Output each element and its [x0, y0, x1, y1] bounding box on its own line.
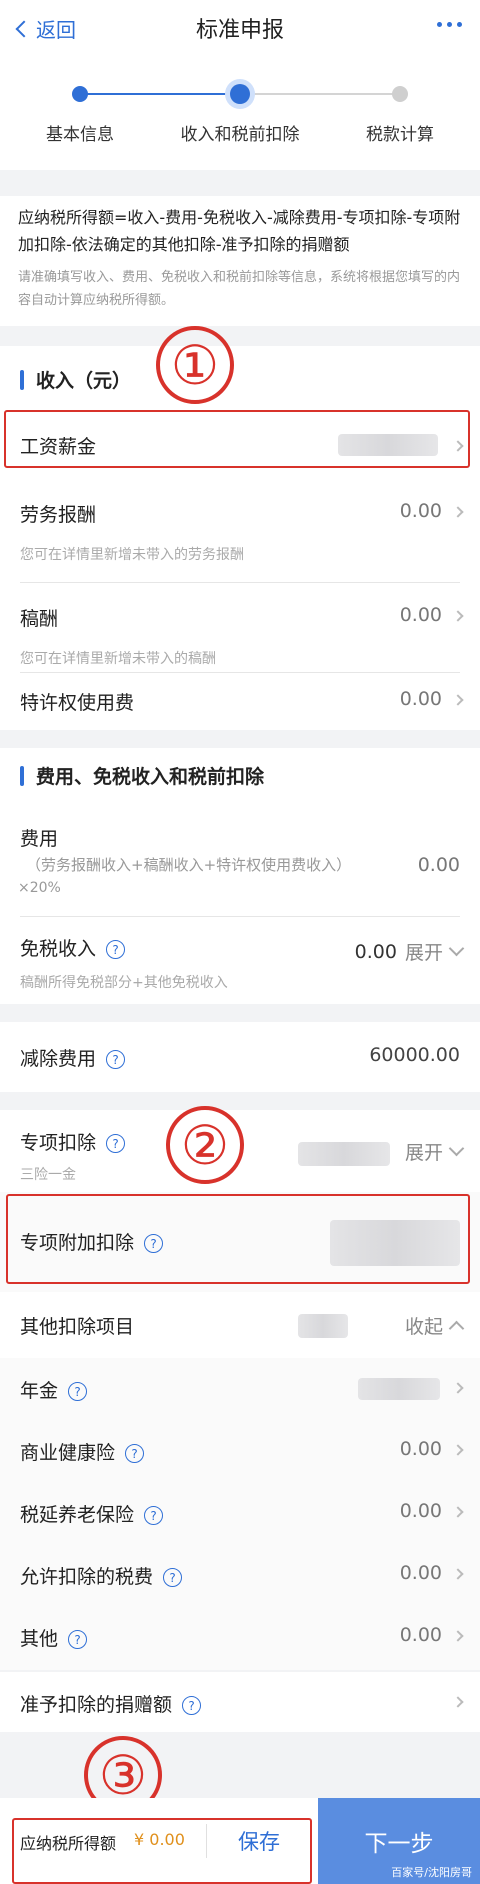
list-item-annuity[interactable]: 年金? — [0, 1358, 480, 1420]
next-step-label: 下一步 — [364, 1831, 434, 1857]
help-icon[interactable]: ? — [125, 1444, 145, 1463]
help-icon[interactable]: ? — [68, 1630, 88, 1649]
row-expense-value: 0.00 — [417, 854, 460, 876]
row-taxfree-hint: 稿酬所得免税部分+其他免税收入 — [20, 975, 228, 991]
help-icon[interactable]: ? — [68, 1382, 88, 1401]
step-line-todo — [240, 93, 400, 95]
chevron-right-icon — [452, 506, 464, 518]
row-reduction: 减除费用? 60000.00 — [0, 1022, 480, 1092]
row-taxfree[interactable]: 免税收入? 0.00 展开 稿酬所得免税部分+其他免税收入 — [0, 916, 480, 1004]
annotation-box-3 — [12, 1818, 312, 1884]
row-taxfree-label: 免税收入? — [20, 934, 126, 961]
nav-bar: 返回 标准申报 — [0, 0, 480, 54]
row-franchise[interactable]: 特许权使用费 0.00 — [0, 672, 480, 730]
help-icon[interactable]: ? — [144, 1506, 164, 1525]
formula-note: 请准确填写收入、费用、免税收入和税前扣除等信息，系统将根据您填写的内容自动计算应… — [18, 270, 461, 308]
chevron-right-icon — [452, 1696, 464, 1708]
row-labor[interactable]: 劳务报酬 0.00 您可在详情里新增未带入的劳务报酬 — [0, 478, 480, 582]
step-dot-3 — [392, 86, 408, 102]
redacted-value — [298, 1314, 348, 1338]
list-item-health[interactable]: 商业健康险? 0.00 — [0, 1420, 480, 1482]
list-item-taxes[interactable]: 允许扣除的税费? 0.00 — [0, 1544, 480, 1606]
row-donation[interactable]: 准予扣除的捐赠额? — [0, 1672, 480, 1732]
section-accent-bar — [20, 369, 24, 390]
redacted-value — [298, 1142, 390, 1166]
taxfree-expand-toggle[interactable]: 0.00 展开 — [354, 938, 465, 965]
row-special-hint: 三险一金 — [20, 1167, 76, 1183]
row-royalty-label: 稿酬 — [20, 608, 59, 630]
row-reduction-label: 减除费用? — [20, 1044, 126, 1071]
row-labor-value: 0.00 — [399, 500, 442, 522]
chevron-right-icon — [452, 1506, 464, 1518]
row-special-label: 专项扣除? — [20, 1128, 126, 1155]
chevron-right-icon — [452, 1630, 464, 1642]
row-donation-label: 准予扣除的捐赠额? — [20, 1690, 202, 1717]
chevron-up-icon — [448, 1320, 465, 1337]
help-icon[interactable]: ? — [182, 1696, 202, 1715]
row-royalty-hint: 您可在详情里新增未带入的稿酬 — [20, 651, 216, 667]
redacted-value — [358, 1378, 440, 1400]
row-expense: 费用 （劳务报酬收入+稿酬收入+特许权使用费收入） ×20% 0.00 — [0, 808, 480, 916]
help-icon[interactable]: ? — [106, 1050, 126, 1069]
row-other-deductions[interactable]: 其他扣除项目 收起 — [0, 1292, 480, 1358]
row-royalty-value: 0.00 — [399, 604, 442, 626]
income-section: 收入（元） 工资薪金 劳务报酬 0.00 您可在详情里新增未带入的劳务报酬 稿酬… — [0, 346, 480, 730]
help-icon[interactable]: ? — [106, 940, 126, 959]
progress-steps: 基本信息 收入和税前扣除 税款计算 — [0, 54, 480, 170]
row-expense-suffix: ×20% — [18, 880, 61, 896]
row-expense-label: 费用 — [20, 828, 59, 850]
annotation-box-2 — [6, 1194, 470, 1284]
special-expand-toggle[interactable]: 展开 — [405, 1138, 465, 1165]
row-labor-hint: 您可在详情里新增未带入的劳务报酬 — [20, 547, 244, 563]
other-collapse-toggle[interactable]: 收起 — [405, 1312, 465, 1339]
deductions-section: 费用、免税收入和税前扣除 费用 （劳务报酬收入+稿酬收入+特许权使用费收入） ×… — [0, 748, 480, 1004]
formula-text: 应纳税所得额=收入-费用-免税收入-减除费用-专项扣除-专项附加扣除-依法确定的… — [18, 208, 461, 254]
chevron-right-icon — [452, 610, 464, 622]
income-section-title: 收入（元） — [20, 366, 131, 393]
chevron-right-icon — [452, 1382, 464, 1394]
step-line-done — [80, 93, 240, 95]
row-other-label: 其他扣除项目 — [20, 1316, 135, 1338]
row-franchise-value: 0.00 — [399, 688, 442, 710]
formula-panel: 应纳税所得额=收入-费用-免税收入-减除费用-专项扣除-专项附加扣除-依法确定的… — [0, 196, 480, 326]
list-item-pension[interactable]: 税延养老保险? 0.00 — [0, 1482, 480, 1544]
step-dot-2-current — [230, 84, 250, 104]
step-dot-1 — [72, 86, 88, 102]
help-icon[interactable]: ? — [106, 1134, 126, 1153]
row-royalty[interactable]: 稿酬 0.00 您可在详情里新增未带入的稿酬 — [0, 582, 480, 682]
chevron-right-icon — [452, 694, 464, 706]
annotation-number-2: ② — [166, 1106, 244, 1184]
chevron-right-icon — [452, 1568, 464, 1580]
list-item-other[interactable]: 其他? 0.00 — [0, 1606, 480, 1670]
deductions-section-title: 费用、免税收入和税前扣除 — [20, 762, 264, 789]
chevron-down-icon — [448, 940, 465, 957]
chevron-right-icon — [452, 1444, 464, 1456]
section-accent-bar — [20, 765, 24, 786]
more-menu-icon[interactable] — [437, 22, 462, 27]
row-franchise-label: 特许权使用费 — [20, 692, 135, 714]
row-expense-formula: （劳务报酬收入+稿酬收入+特许权使用费收入） — [26, 856, 352, 874]
step-label-2: 收入和税前扣除 — [180, 125, 300, 145]
step-label-1: 基本信息 — [46, 125, 114, 145]
annotation-number-1: ① — [156, 326, 234, 404]
row-taxfree-value: 0.00 — [354, 940, 397, 963]
annotation-box-1 — [4, 410, 470, 468]
row-labor-label: 劳务报酬 — [20, 504, 97, 526]
watermark: 百家号/沈阳房哥 — [391, 1866, 472, 1879]
help-icon[interactable]: ? — [163, 1568, 183, 1587]
row-reduction-value: 60000.00 — [369, 1044, 460, 1066]
chevron-down-icon — [448, 1140, 465, 1157]
step-label-3: 税款计算 — [366, 125, 434, 145]
page-title: 标准申报 — [195, 18, 284, 43]
